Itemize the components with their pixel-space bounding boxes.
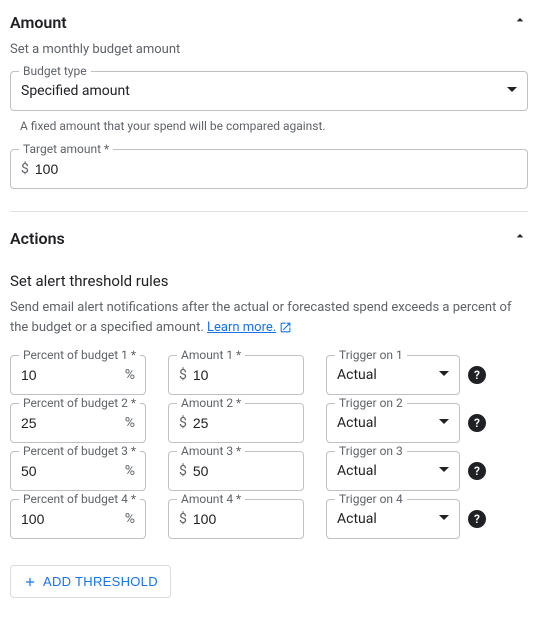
amount-subtitle: Set a monthly budget amount (10, 42, 528, 57)
actions-title: Actions (10, 229, 65, 248)
threshold-row: Percent of budget 1 * % Amount 1 * $ Tri… (10, 355, 528, 395)
percent-input[interactable] (21, 463, 121, 479)
trigger-value: Actual (337, 415, 439, 431)
trigger-label: Trigger on 1 (335, 348, 407, 362)
percent-field[interactable]: Percent of budget 3 * % (10, 451, 146, 491)
percent-suffix: % (125, 415, 135, 431)
percent-input[interactable] (21, 415, 121, 431)
percent-suffix: % (125, 463, 135, 479)
trigger-select[interactable]: Trigger on 2 Actual (326, 403, 460, 443)
dropdown-arrow-icon (507, 84, 517, 99)
budget-type-label: Budget type (19, 64, 91, 78)
target-amount-input[interactable] (35, 161, 517, 177)
percent-field[interactable]: Percent of budget 2 * % (10, 403, 146, 443)
trigger-select[interactable]: Trigger on 1 Actual (326, 355, 460, 395)
threshold-row: Percent of budget 3 * % Amount 3 * $ Tri… (10, 451, 528, 491)
amount-input[interactable] (193, 511, 293, 527)
dropdown-arrow-icon (439, 416, 449, 431)
dropdown-arrow-icon (439, 464, 449, 479)
amount-label: Amount 1 * (177, 348, 245, 362)
chevron-up-icon (512, 228, 528, 248)
dropdown-arrow-icon (439, 512, 449, 527)
trigger-value: Actual (337, 367, 439, 383)
target-amount-field[interactable]: Target amount * $ (10, 149, 528, 189)
trigger-label: Trigger on 4 (335, 492, 407, 506)
amount-input[interactable] (193, 463, 293, 479)
amount-input[interactable] (193, 367, 293, 383)
add-threshold-label: ADD THRESHOLD (43, 574, 158, 589)
amount-field[interactable]: Amount 2 * $ (168, 403, 304, 443)
percent-suffix: % (125, 511, 135, 527)
dropdown-arrow-icon (439, 368, 449, 383)
budget-type-value: Specified amount (21, 83, 507, 99)
percent-suffix: % (125, 367, 135, 383)
amount-field[interactable]: Amount 4 * $ (168, 499, 304, 539)
currency-prefix: $ (179, 367, 187, 383)
trigger-label: Trigger on 2 (335, 396, 407, 410)
trigger-select[interactable]: Trigger on 4 Actual (326, 499, 460, 539)
amount-label: Amount 3 * (177, 444, 245, 458)
help-icon[interactable]: ? (468, 414, 486, 432)
chevron-up-icon (512, 12, 528, 32)
rules-title: Set alert threshold rules (10, 272, 528, 290)
section-divider (10, 211, 528, 212)
threshold-rows: Percent of budget 1 * % Amount 1 * $ Tri… (10, 355, 528, 539)
trigger-value: Actual (337, 463, 439, 479)
open-in-new-icon (279, 321, 292, 334)
percent-label: Percent of budget 1 * (19, 348, 140, 362)
budget-type-helper: A fixed amount that your spend will be c… (20, 119, 528, 133)
currency-prefix: $ (21, 161, 29, 177)
amount-field[interactable]: Amount 3 * $ (168, 451, 304, 491)
amount-field[interactable]: Amount 1 * $ (168, 355, 304, 395)
trigger-select[interactable]: Trigger on 3 Actual (326, 451, 460, 491)
amount-input[interactable] (193, 415, 293, 431)
help-icon[interactable]: ? (468, 462, 486, 480)
add-threshold-button[interactable]: ADD THRESHOLD (10, 565, 171, 598)
help-icon[interactable]: ? (468, 366, 486, 384)
currency-prefix: $ (179, 463, 187, 479)
amount-label: Amount 2 * (177, 396, 245, 410)
percent-input[interactable] (21, 511, 121, 527)
percent-field[interactable]: Percent of budget 1 * % (10, 355, 146, 395)
percent-input[interactable] (21, 367, 121, 383)
percent-label: Percent of budget 4 * (19, 492, 140, 506)
actions-section-header[interactable]: Actions (10, 226, 528, 252)
threshold-row: Percent of budget 2 * % Amount 2 * $ Tri… (10, 403, 528, 443)
amount-label: Amount 4 * (177, 492, 245, 506)
amount-section-header[interactable]: Amount (10, 10, 528, 36)
learn-more-link[interactable]: Learn more. (207, 318, 292, 338)
trigger-label: Trigger on 3 (335, 444, 407, 458)
currency-prefix: $ (179, 511, 187, 527)
percent-field[interactable]: Percent of budget 4 * % (10, 499, 146, 539)
help-icon[interactable]: ? (468, 510, 486, 528)
percent-label: Percent of budget 2 * (19, 396, 140, 410)
target-amount-label: Target amount * (19, 142, 113, 156)
budget-type-select[interactable]: Budget type Specified amount (10, 71, 528, 111)
threshold-row: Percent of budget 4 * % Amount 4 * $ Tri… (10, 499, 528, 539)
amount-title: Amount (10, 13, 67, 32)
currency-prefix: $ (179, 415, 187, 431)
percent-label: Percent of budget 3 * (19, 444, 140, 458)
plus-icon (23, 575, 37, 589)
rules-description: Send email alert notifications after the… (10, 298, 528, 337)
trigger-value: Actual (337, 511, 439, 527)
